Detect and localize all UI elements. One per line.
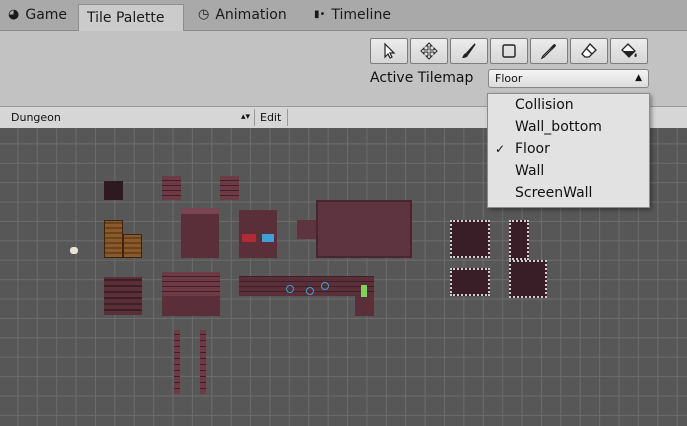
tab-game[interactable]: ◕ Game bbox=[0, 4, 75, 26]
cracked-floor-tile[interactable] bbox=[450, 220, 490, 258]
active-tilemap-value: Floor bbox=[495, 72, 523, 85]
select-tool-button[interactable] bbox=[370, 38, 408, 64]
paint-brush-icon bbox=[462, 43, 476, 58]
blue-fountain-icon bbox=[262, 234, 274, 242]
cracked-floor-tile[interactable] bbox=[509, 260, 547, 298]
move-tool-icon bbox=[420, 42, 438, 60]
edit-palette-label: Edit bbox=[260, 111, 282, 124]
pole-tile[interactable] bbox=[174, 330, 180, 394]
tile-tools-toolbar bbox=[370, 38, 650, 64]
brick-wall-tile[interactable] bbox=[162, 176, 181, 200]
checkmark-icon: ✓ bbox=[495, 142, 506, 156]
dropdown-option-floor[interactable]: ✓ Floor bbox=[488, 138, 649, 160]
tab-tile-palette-label: Tile Palette bbox=[87, 10, 165, 26]
updown-arrows-icon: ▲︎ bbox=[635, 73, 642, 83]
dropdown-option-label: ScreenWall bbox=[515, 185, 593, 201]
floor-tile[interactable] bbox=[162, 296, 220, 316]
tab-timeline-label: Timeline bbox=[331, 7, 391, 23]
stairs-tile[interactable] bbox=[104, 277, 142, 315]
green-flask-icon bbox=[361, 285, 367, 297]
dropdown-option-label: Wall_bottom bbox=[515, 119, 602, 135]
edit-palette-button[interactable]: Edit bbox=[256, 109, 288, 126]
tab-tile-palette[interactable]: Tile Palette bbox=[78, 4, 184, 31]
tile-dark-block[interactable] bbox=[104, 181, 123, 200]
brick-wall-tile[interactable] bbox=[220, 176, 239, 200]
flood-fill-icon bbox=[621, 43, 637, 58]
eraser-icon bbox=[581, 43, 597, 58]
dropdown-option-wall-bottom[interactable]: Wall_bottom bbox=[488, 116, 649, 138]
dropdown-option-label: Floor bbox=[515, 141, 550, 157]
editor-tab-bar: ◕ Game Tile Palette ◷ Animation ▮• Timel… bbox=[0, 0, 687, 31]
clock-icon: ◷ bbox=[198, 7, 210, 22]
crate-tile[interactable] bbox=[123, 234, 142, 258]
dropdown-option-label: Wall bbox=[515, 163, 545, 179]
dropdown-option-label: Collision bbox=[515, 97, 574, 113]
select-tool-icon bbox=[384, 42, 396, 59]
tab-animation-label: Animation bbox=[215, 7, 287, 23]
dropdown-option-screenwall[interactable]: ScreenWall bbox=[488, 182, 649, 204]
updown-arrows-icon: ▴▾ bbox=[240, 112, 250, 122]
pillar-tile[interactable] bbox=[181, 208, 219, 258]
red-fountain-icon bbox=[242, 234, 256, 242]
active-tilemap-select[interactable]: Floor ▲︎ bbox=[488, 69, 649, 88]
box-fill-button[interactable] bbox=[490, 38, 528, 64]
eraser-button[interactable] bbox=[570, 38, 608, 64]
cracked-floor-tile[interactable] bbox=[450, 268, 490, 296]
brick-wall-tile[interactable] bbox=[162, 272, 220, 296]
palette-select-value: Dungeon bbox=[11, 111, 61, 124]
cracked-floor-tile[interactable] bbox=[509, 220, 529, 260]
picker-icon bbox=[540, 44, 556, 60]
move-tool-button[interactable] bbox=[410, 38, 448, 64]
box-fill-icon bbox=[502, 44, 516, 58]
active-tilemap-label: Active Tilemap bbox=[370, 70, 474, 86]
tab-animation[interactable]: ◷ Animation bbox=[190, 4, 295, 26]
floor-tile[interactable] bbox=[297, 220, 316, 239]
chain-icon bbox=[321, 282, 329, 290]
active-tilemap-dropdown: Collision Wall_bottom ✓ Floor Wall Scree… bbox=[487, 93, 650, 208]
paint-brush-button[interactable] bbox=[450, 38, 488, 64]
game-icon: ◕ bbox=[8, 7, 20, 22]
pole-tile[interactable] bbox=[200, 330, 206, 394]
picker-button[interactable] bbox=[530, 38, 568, 64]
crate-tile[interactable] bbox=[104, 220, 123, 258]
floor-tile[interactable] bbox=[355, 296, 374, 316]
chain-icon bbox=[306, 287, 314, 295]
tab-game-label: Game bbox=[25, 7, 68, 23]
dropdown-option-wall[interactable]: Wall bbox=[488, 160, 649, 182]
timeline-icon: ▮• bbox=[314, 9, 326, 20]
tab-timeline[interactable]: ▮• Timeline bbox=[306, 4, 399, 26]
palette-select[interactable]: Dungeon ▴▾ bbox=[5, 109, 255, 126]
chain-icon bbox=[286, 285, 294, 293]
skull-tile[interactable] bbox=[70, 247, 78, 254]
flood-fill-button[interactable] bbox=[610, 38, 648, 64]
floor-tile[interactable] bbox=[316, 200, 412, 258]
dropdown-option-collision[interactable]: Collision bbox=[488, 94, 649, 116]
